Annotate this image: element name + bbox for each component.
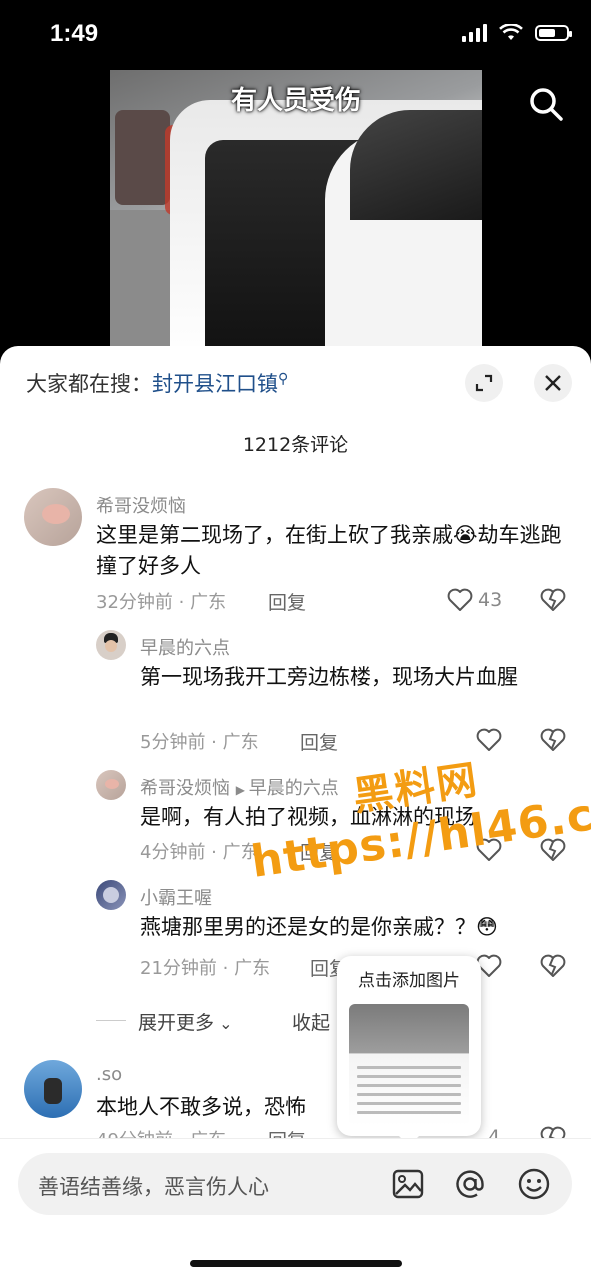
small-search-icon: ⚲ [278, 371, 289, 387]
comment-author[interactable]: 希哥没烦恼 [96, 492, 186, 518]
image-icon[interactable] [391, 1167, 425, 1201]
comment-text: 燕塘那里男的还是女的是你亲戚？？😳 [140, 915, 498, 939]
emoji-icon[interactable] [517, 1167, 551, 1201]
comment-meta: 4分钟前 · 广东 [140, 842, 259, 863]
like-count: 43 [478, 589, 503, 611]
thumbnail-text [357, 1066, 461, 1120]
close-button[interactable] [534, 364, 572, 402]
add-image-tooltip[interactable]: 点击添加图片 [337, 956, 481, 1146]
broken-heart-icon[interactable] [540, 838, 566, 862]
collapse-button[interactable]: 收起 [292, 1008, 330, 1035]
avatar[interactable] [24, 488, 82, 546]
avatar[interactable] [96, 630, 126, 660]
comment-author[interactable]: 早晨的六点 [140, 634, 230, 660]
reply-target[interactable]: 早晨的六点 [249, 778, 339, 799]
reply-arrow-icon: ▶ [235, 783, 249, 797]
expand-more-button[interactable]: 展开更多 ⌄ [138, 1008, 233, 1035]
comment-meta: 21分钟前 · 广东 [140, 958, 271, 979]
expand-button[interactable] [465, 364, 503, 402]
video-caption: 有人员受伤 [230, 86, 361, 116]
wifi-icon [499, 24, 523, 40]
image-thumbnail[interactable] [349, 1004, 469, 1126]
reply-button[interactable]: 回复 [268, 588, 306, 615]
status-time: 1:49 [50, 20, 99, 47]
status-icons [462, 24, 572, 42]
home-indicator[interactable] [190, 1260, 402, 1267]
comment-input-placeholder: 善语结善缘，恶言伤人心 [38, 1175, 269, 1199]
close-icon [545, 375, 561, 391]
search-icon[interactable] [528, 86, 564, 122]
thread-divider [96, 1020, 126, 1021]
reply-button[interactable]: 回复 [300, 838, 338, 865]
hot-search[interactable]: 大家都在搜：封开县江口镇⚲ [26, 368, 288, 398]
heart-icon[interactable] [447, 588, 473, 612]
avatar[interactable] [24, 1060, 82, 1118]
chevron-down-icon: ⌄ [214, 1014, 233, 1033]
comment-author[interactable]: .so [96, 1064, 122, 1085]
video-scooter [115, 110, 170, 205]
expand-more-label: 展开更多 [138, 1012, 215, 1034]
video-car-window [350, 110, 482, 220]
broken-heart-icon[interactable] [540, 954, 566, 978]
comment-author[interactable]: 小霸王喔 [140, 884, 212, 910]
comment-meta: 32分钟前 · 广东 [96, 592, 227, 613]
comment-count: 1212条评论 [242, 434, 349, 456]
expand-icon [475, 374, 493, 392]
comment-text: 这里是第二现场了，在街上砍了我亲戚😭劫车逃跑撞了好多人 [96, 523, 562, 578]
broken-heart-icon[interactable] [540, 588, 566, 612]
heart-icon[interactable] [476, 838, 502, 862]
hot-search-prefix: 大家都在搜： [26, 372, 152, 396]
video-player[interactable]: 有人员受伤 [110, 70, 482, 360]
comment-meta: 5分钟前 · 广东 [140, 732, 259, 753]
comment-author[interactable]: 希哥没烦恼 ▶ 早晨的六点 [140, 774, 339, 800]
signal-icon [462, 24, 487, 42]
comment-text: 第一现场我开工旁边栋楼，现场大片血腥 [140, 665, 518, 689]
comment-input-bar: 善语结善缘，恶言伤人心 [0, 1138, 591, 1281]
broken-heart-icon[interactable] [540, 728, 566, 752]
battery-icon [535, 25, 572, 41]
comment-text: 是啊，有人拍了视频，血淋淋的现场 [140, 805, 476, 829]
hot-search-keyword[interactable]: 封开县江口镇 [152, 372, 278, 396]
reply-author[interactable]: 希哥没烦恼 [140, 778, 230, 799]
comment-text: 本地人不敢多说，恐怖 [96, 1095, 306, 1119]
comment-input[interactable]: 善语结善缘，恶言伤人心 [18, 1153, 572, 1215]
status-bar: 1:49 [0, 0, 591, 70]
heart-icon[interactable] [476, 728, 502, 752]
tooltip-title: 点击添加图片 [358, 971, 460, 991]
avatar[interactable] [96, 880, 126, 910]
mention-icon[interactable] [453, 1167, 487, 1201]
avatar[interactable] [96, 770, 126, 800]
reply-button[interactable]: 回复 [300, 728, 338, 755]
